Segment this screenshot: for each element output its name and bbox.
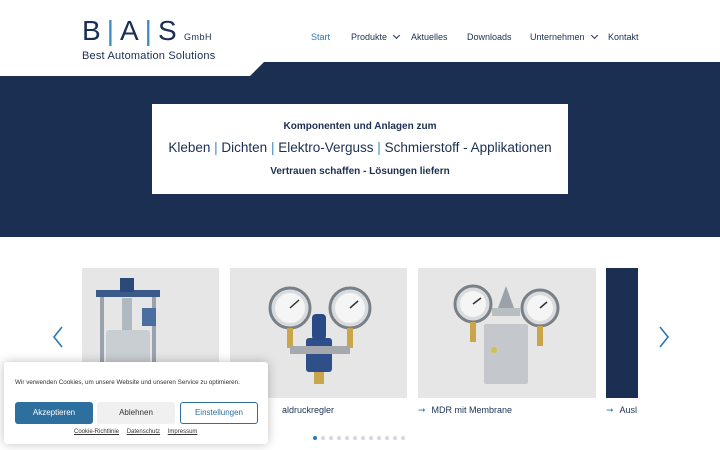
logo-letter-a: A [119, 15, 139, 46]
product-card-image[interactable] [606, 268, 638, 398]
privacy-link[interactable]: Datenschutz [127, 429, 160, 435]
hero-part-dichten: Dichten [221, 140, 268, 155]
pagination-dot[interactable] [353, 436, 357, 440]
chevron-down-icon [392, 31, 401, 40]
nav-item-kontakt[interactable]: Kontakt [608, 32, 639, 42]
hero-separator: | [377, 140, 381, 155]
pagination-dot[interactable] [385, 436, 389, 440]
logo-separator: | [144, 15, 152, 46]
cookie-message: Wir verwenden Cookies, um unsere Website… [15, 379, 240, 386]
hero-notch [0, 62, 250, 76]
logo-letter-s: S [157, 15, 177, 46]
product-card-label[interactable]: ➞ Ausl [606, 405, 637, 416]
hero-part-schmierstoff: Schmierstoff - Applikationen [384, 140, 552, 155]
hero-text-box: Komponenten und Anlagen zum Kleben | Dic… [152, 104, 568, 194]
logo-letter-b: B [82, 15, 101, 46]
membrane-regulator-image [453, 284, 560, 384]
carousel-next-button[interactable] [658, 326, 670, 348]
chevron-down-icon [590, 31, 598, 40]
hero-separator: | [270, 140, 275, 155]
pagination-dot[interactable] [377, 436, 381, 440]
product-card-image[interactable] [418, 268, 596, 398]
hero-part-kleben: Kleben [168, 140, 211, 155]
arrow-right-icon: ➞ [606, 405, 614, 415]
product-card-label[interactable]: ➞ MDR mit Membrane [418, 405, 512, 416]
logo-gmbh: GmbH [184, 32, 213, 42]
nav-item-unternehmen[interactable]: Unternehmen [530, 31, 598, 42]
hero-top-line: Komponenten und Anlagen zum [283, 121, 437, 132]
logo-letters: B | A | S [82, 16, 177, 46]
nav-item-downloads[interactable]: Downloads [467, 32, 512, 42]
cookie-policy-link[interactable]: Cookie-Richtlinie [74, 429, 119, 435]
pagination-dot[interactable] [393, 436, 397, 440]
cookie-reject-button[interactable]: Ablehnen [97, 402, 175, 424]
pagination-dot[interactable] [329, 436, 333, 440]
hero-headline: Kleben | Dichten | Elektro-Verguss | Sch… [152, 140, 568, 155]
chevron-right-icon [659, 326, 670, 348]
arrow-right-icon: ➞ [418, 405, 426, 415]
logo-separator: | [106, 15, 114, 46]
hero-part-verguss: Elektro-Verguss [278, 140, 374, 155]
cookie-consent-banner: Wir verwenden Cookies, um unsere Website… [4, 362, 268, 444]
pagination-dot[interactable] [313, 436, 317, 440]
product-card-label[interactable]: aldruckregler [282, 405, 334, 415]
chevron-left-icon [52, 326, 63, 348]
pagination-dot[interactable] [369, 436, 373, 440]
nav-item-produkte[interactable]: Produkte [351, 31, 401, 42]
cookie-accept-button[interactable]: Akzeptieren [15, 402, 93, 424]
carousel-prev-button[interactable] [52, 326, 64, 348]
nav-item-start[interactable]: Start [311, 32, 330, 42]
pagination-dot[interactable] [345, 436, 349, 440]
hero-notch-slope [250, 62, 264, 76]
cookie-links: Cookie-Richtlinie Datenschutz Impressum [74, 429, 203, 435]
pagination-dot[interactable] [337, 436, 341, 440]
cookie-settings-button[interactable]: Einstellungen [180, 402, 258, 424]
hero-separator: | [214, 140, 218, 155]
nav-item-aktuelles[interactable]: Aktuelles [411, 32, 448, 42]
hero-bottom-line: Vertrauen schaffen - Lösungen liefern [270, 166, 450, 177]
imprint-link[interactable]: Impressum [168, 429, 198, 435]
pagination-dot[interactable] [361, 436, 365, 440]
pagination-dot[interactable] [321, 436, 325, 440]
logo-tagline: Best Automation Solutions [82, 50, 216, 62]
bas-logo[interactable]: B | A | S GmbH Best Automation Solutions [82, 16, 217, 64]
pagination-dot[interactable] [401, 436, 405, 440]
